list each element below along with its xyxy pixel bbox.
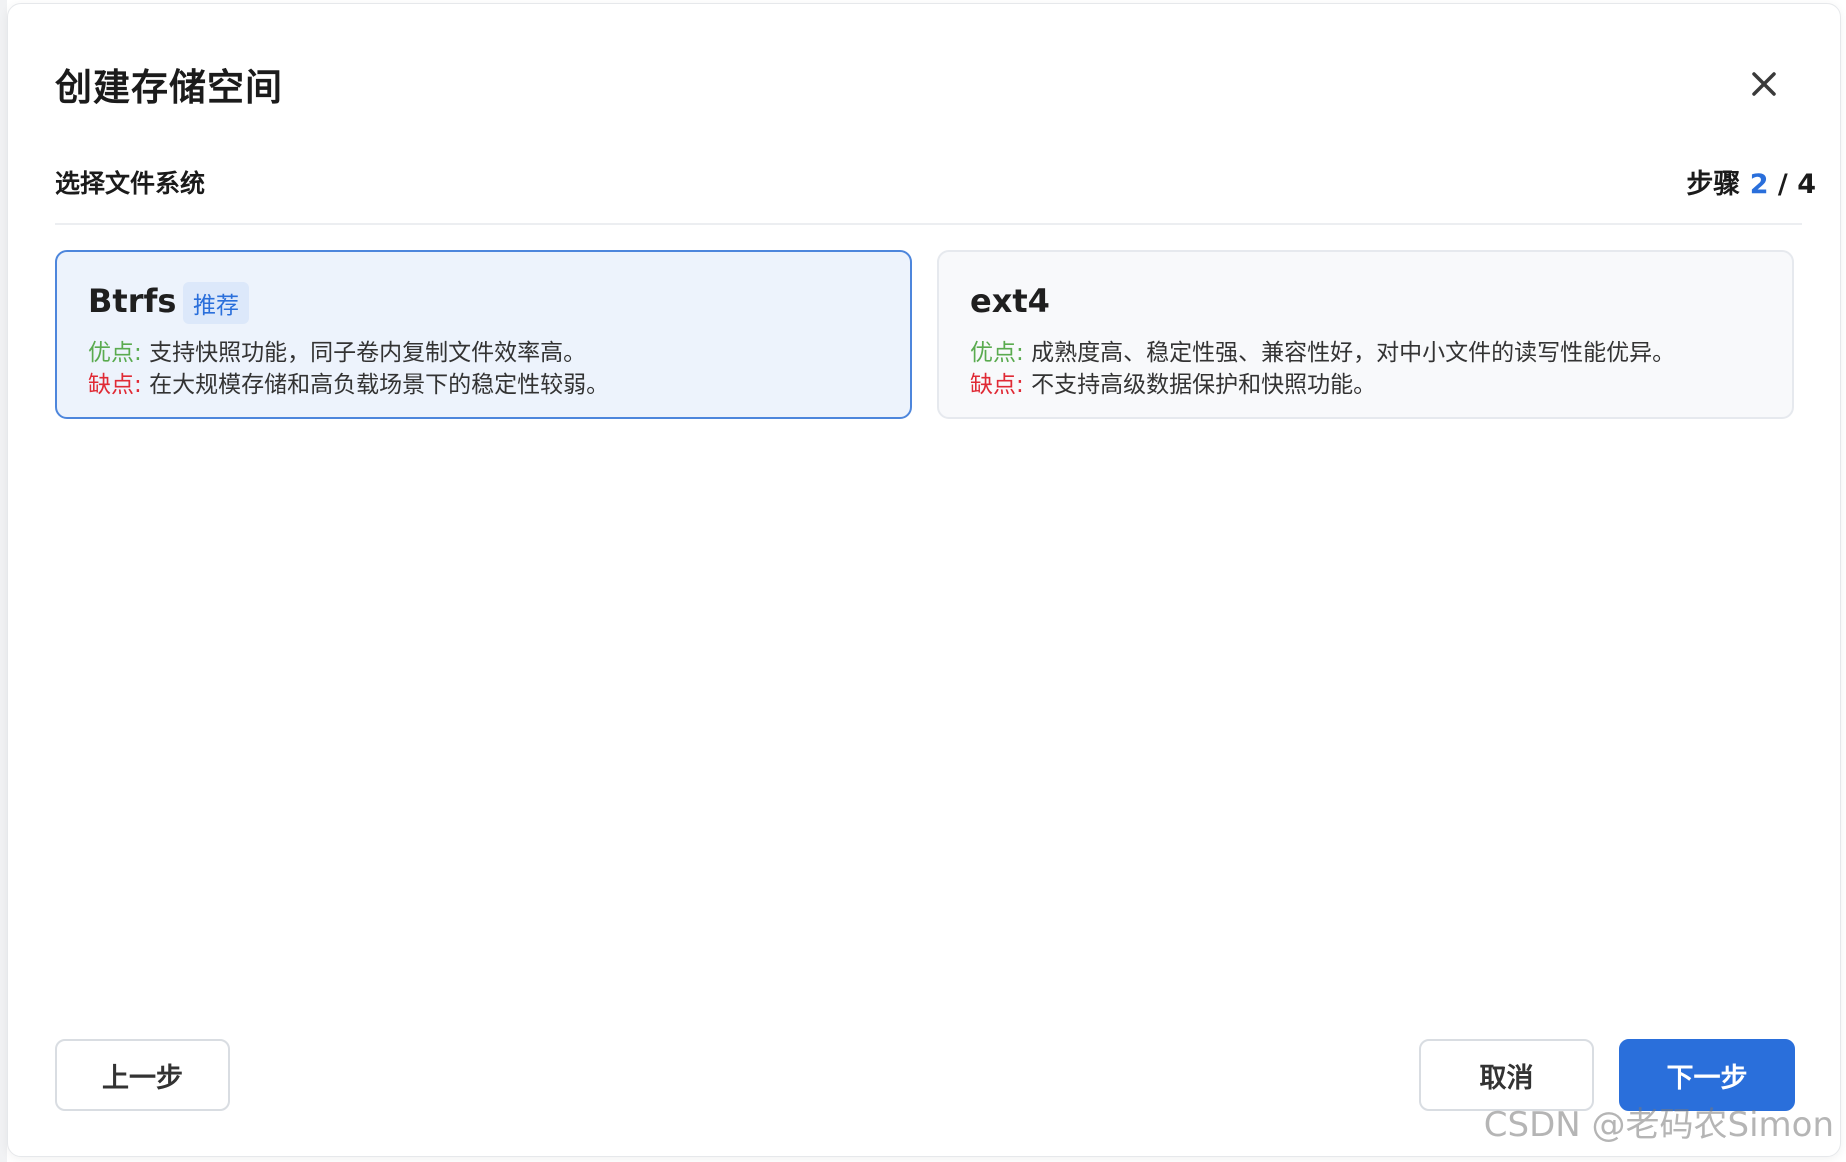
cons-text: 在大规模存储和高负载场景下的稳定性较弱。 (149, 372, 610, 398)
filesystem-option-btrfs[interactable]: Btrfs 推荐 优点: 支持快照功能，同子卷内复制文件效率高。 缺点: 在大规… (55, 250, 912, 419)
filesystem-option-ext4[interactable]: ext4 优点: 成熟度高、稳定性强、兼容性好，对中小文件的读写性能优异。 缺点… (937, 250, 1794, 419)
step-current: 2 (1749, 169, 1769, 200)
create-storage-dialog: 创建存储空间 选择文件系统 步骤 2 / 4 Btrfs 推荐 优点: 支持快照… (7, 3, 1841, 1157)
dialog-title: 创建存储空间 (55, 66, 283, 109)
option-pros: 优点: 成熟度高、稳定性强、兼容性好，对中小文件的读写性能优异。 (970, 333, 1675, 367)
step-total: 4 (1797, 169, 1816, 200)
step-separator: / (1777, 169, 1788, 200)
pros-text: 成熟度高、稳定性强、兼容性好，对中小文件的读写性能优异。 (1031, 340, 1676, 366)
option-title: ext4 (970, 282, 1050, 320)
step-label: 步骤 (1686, 169, 1741, 200)
cons-label: 缺点: (970, 372, 1024, 398)
option-cons: 缺点: 不支持高级数据保护和快照功能。 (970, 365, 1376, 399)
watermark: CSDN @老码农Simon (1483, 1105, 1834, 1145)
recommended-badge: 推荐 (183, 282, 249, 324)
background-window-edge (0, 0, 7, 1162)
close-icon (1752, 72, 1776, 96)
close-button[interactable] (1744, 64, 1784, 104)
pros-label: 优点: (88, 340, 142, 366)
option-pros: 优点: 支持快照功能，同子卷内复制文件效率高。 (88, 333, 586, 367)
previous-step-button[interactable]: 上一步 (55, 1039, 230, 1111)
pros-label: 优点: (970, 340, 1024, 366)
header-divider (55, 223, 1802, 225)
cons-text: 不支持高级数据保护和快照功能。 (1031, 372, 1377, 398)
option-title: Btrfs (88, 282, 177, 320)
step-indicator: 步骤 2 / 4 (1686, 162, 1816, 201)
section-title: 选择文件系统 (55, 169, 206, 198)
pros-text: 支持快照功能，同子卷内复制文件效率高。 (149, 340, 587, 366)
cons-label: 缺点: (88, 372, 142, 398)
option-cons: 缺点: 在大规模存储和高负载场景下的稳定性较弱。 (88, 365, 609, 399)
